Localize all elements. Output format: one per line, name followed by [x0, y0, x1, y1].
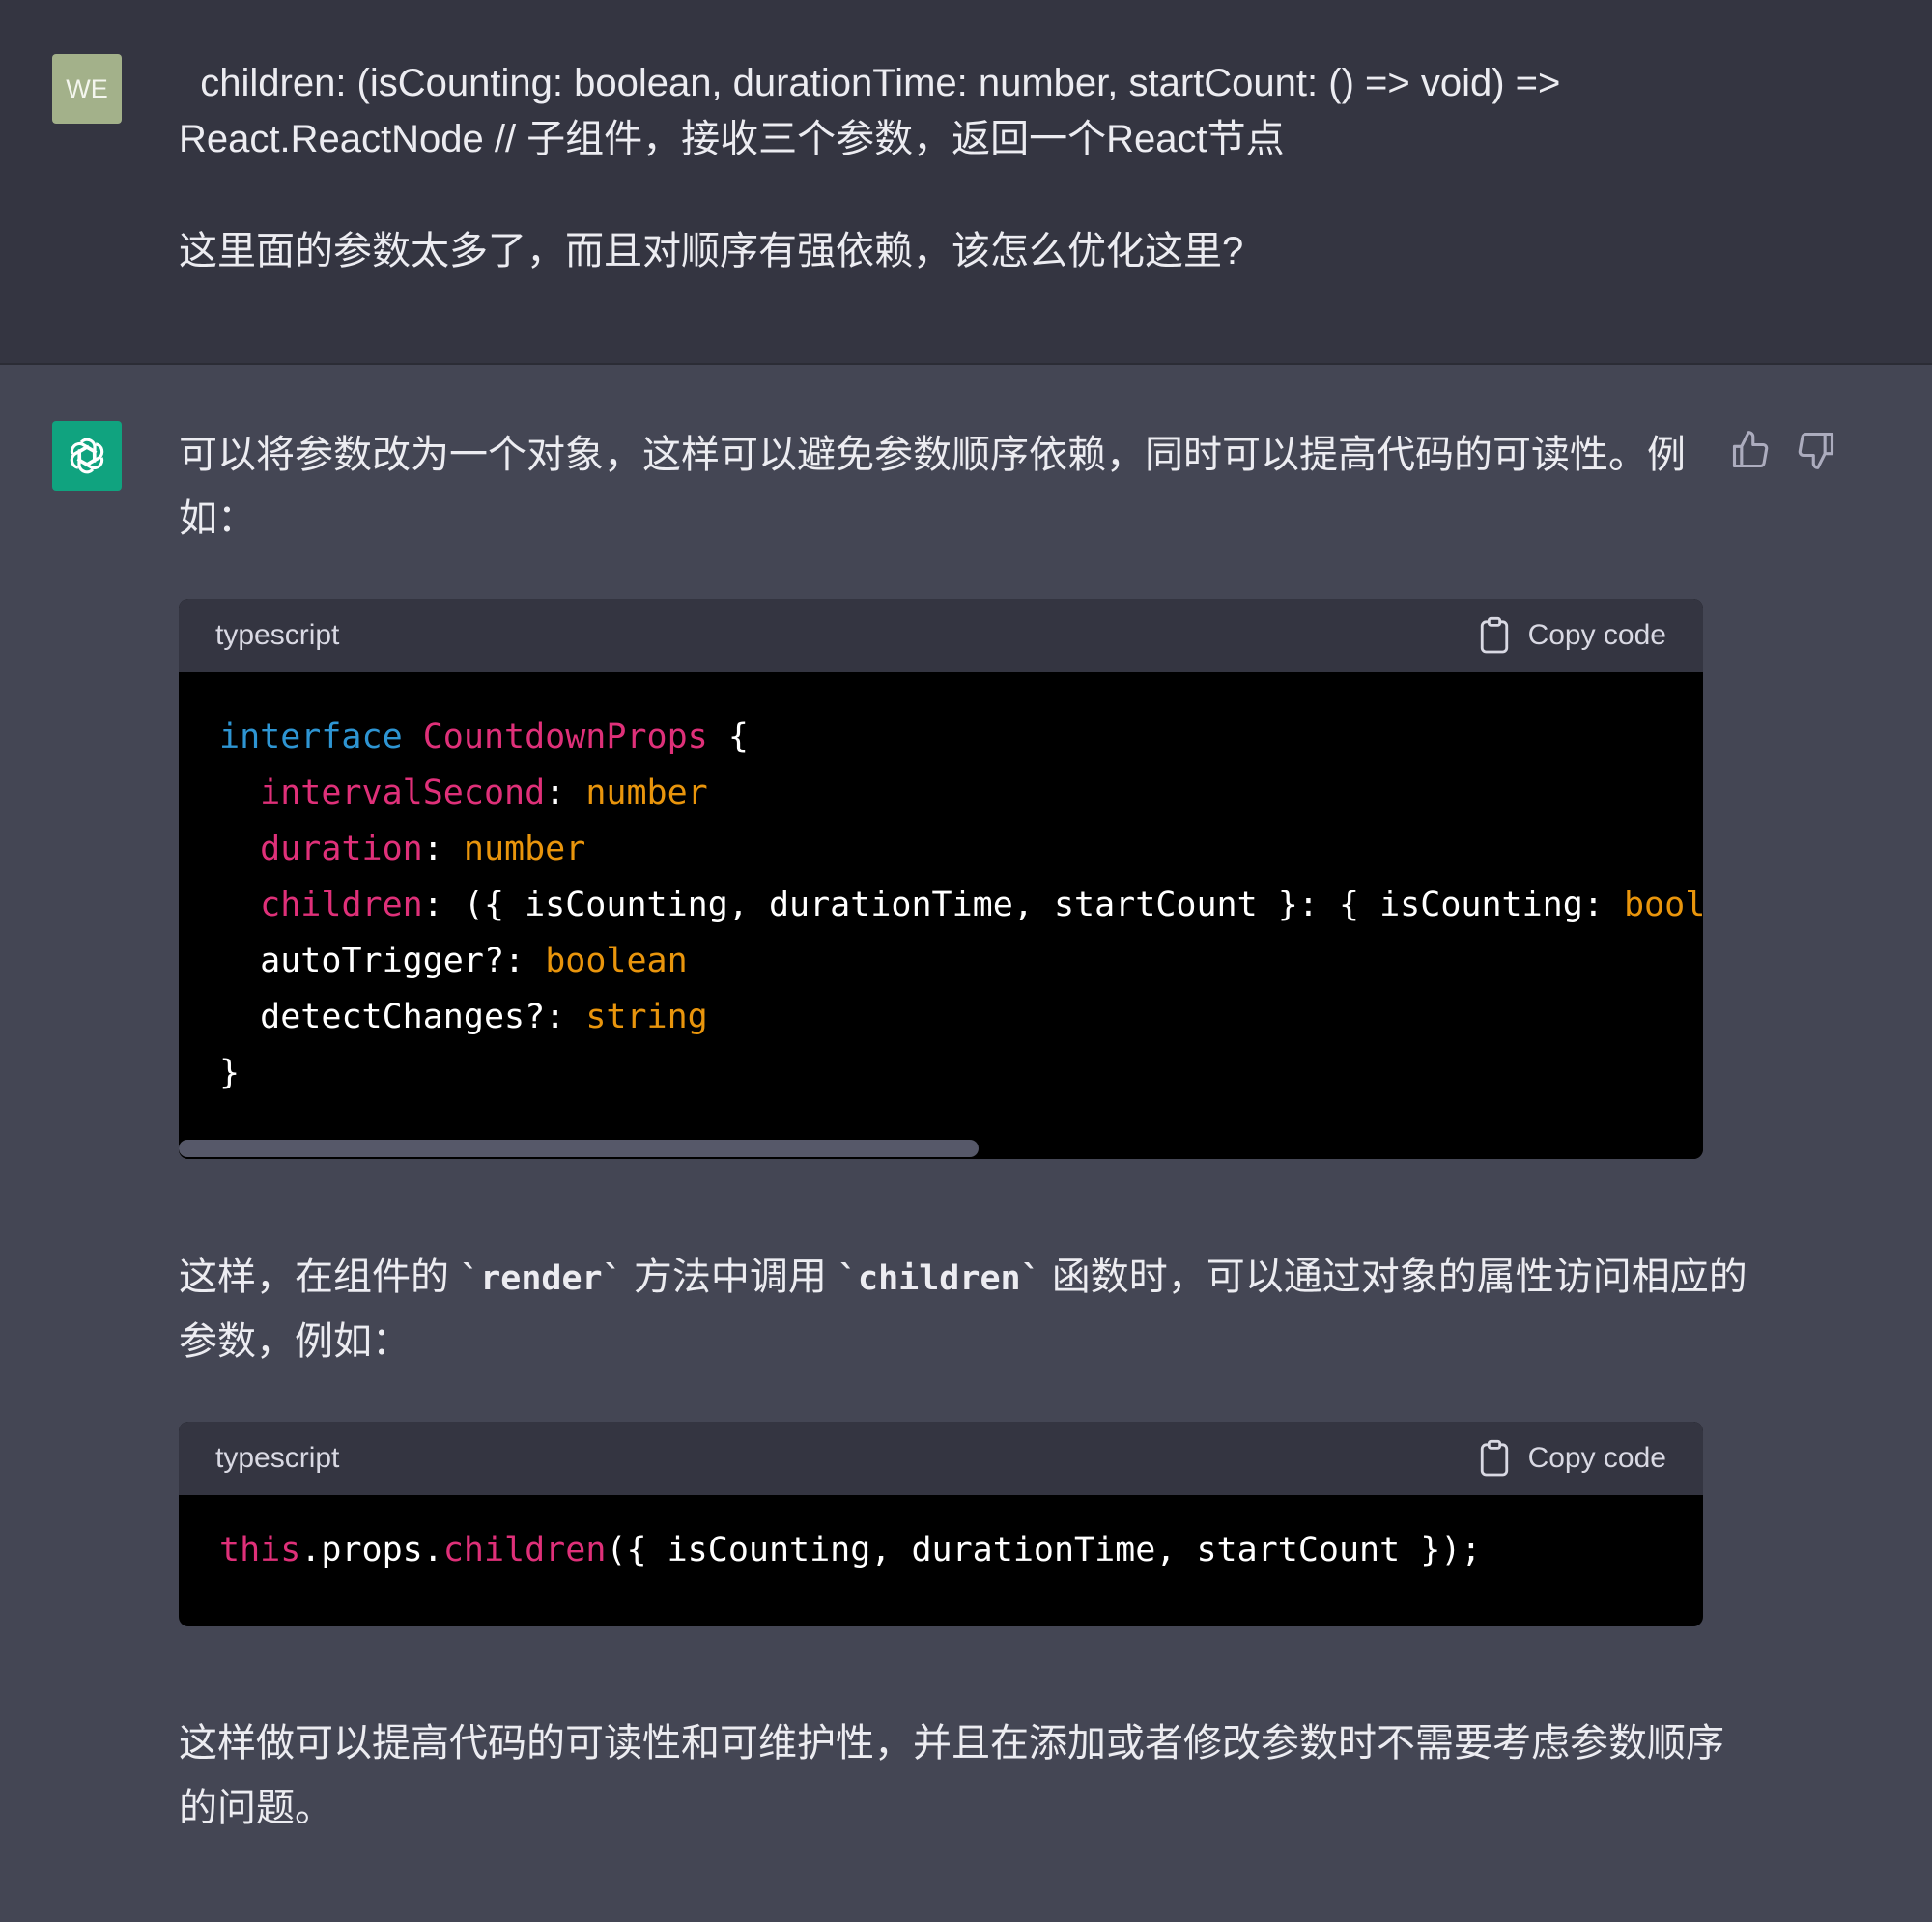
middle-prefix: 这样，在组件的 [179, 1256, 461, 1298]
user-text-line-2: React.ReactNode // 子组件，接收三个参数，返回一个React节… [179, 118, 1285, 160]
close-brace: } [219, 1054, 241, 1092]
middle-suffix: 函数时，可以通过对象的属性访问相应的 [1040, 1256, 1747, 1298]
assistant-outro-line-1: 这样做可以提高代码的可读性和可维护性，并且在添加或者修改参数时不需要考虑参数顺序 [179, 1722, 1724, 1765]
prop-type: boolean [545, 942, 688, 980]
user-text-line-3: 这里面的参数太多了，而且对顺序有强依赖，该怎么优化这里? [179, 230, 1244, 272]
prop-name: intervalSecond [260, 774, 546, 812]
code-language-label: typescript [215, 1442, 340, 1474]
copy-code-button[interactable]: Copy code [1478, 616, 1666, 655]
interface-name: CountdownProps [422, 718, 708, 756]
prop-name: duration [260, 830, 423, 868]
horizontal-scrollbar[interactable] [179, 1140, 1703, 1159]
prop-sep: : [545, 774, 586, 812]
user-avatar: WE [52, 54, 122, 124]
code-content: this.props.children({ isCounting, durati… [179, 1495, 1703, 1597]
clipboard-icon [1480, 616, 1508, 654]
code-block-header: typescript Copy code [179, 1422, 1703, 1495]
prop-type: boolean [1623, 886, 1703, 924]
prop-name: children [260, 886, 423, 924]
props-access: .props. [300, 1531, 443, 1569]
prop-sep: : [504, 942, 546, 980]
middle-middle: 方法中调用 [622, 1256, 838, 1298]
assistant-middle-line-1: 这样，在组件的 `render` 方法中调用 `children` 函数时，可以… [179, 1249, 1747, 1307]
copy-code-label: Copy code [1527, 1442, 1666, 1474]
openai-logo-icon [70, 438, 104, 474]
thumbs-up-button[interactable] [1729, 429, 1772, 471]
thumbs-up-icon [1732, 431, 1769, 468]
clipboard-icon [1480, 1439, 1508, 1477]
code-block-1: typescript Copy code interface Countdown… [179, 599, 1703, 1159]
openai-logo-icon [52, 421, 122, 491]
copy-code-label: Copy code [1527, 619, 1666, 651]
prop-type: number [463, 830, 586, 868]
code-block-2: typescript Copy code this.props.children… [179, 1422, 1703, 1626]
assistant-intro-line-2: 如： [179, 497, 256, 540]
keyword-interface: interface [219, 718, 403, 756]
call-args: ({ isCounting, durationTime, startCount … [606, 1531, 1482, 1569]
prop-name: detectChanges? [260, 998, 546, 1036]
prop-type: string [585, 998, 708, 1036]
inline-code-render: `render` [460, 1259, 623, 1298]
code-language-label: typescript [215, 619, 340, 651]
assistant-outro-line-2: 的问题。 [179, 1787, 333, 1829]
prop-sep: : ({ isCounting, durationTime, startCoun… [422, 886, 1624, 924]
user-message: WE children: (isCounting: boolean, durat… [0, 0, 1932, 365]
prop-type: number [585, 774, 708, 812]
prop-sep: : [422, 830, 464, 868]
scrollbar-thumb[interactable] [179, 1140, 979, 1157]
open-brace: { [707, 718, 749, 756]
assistant-intro-line-1: 可以将参数改为一个对象，这样可以避免参数顺序依赖，同时可以提高代码的可读性。例 [179, 434, 1686, 476]
children-call: children [442, 1531, 607, 1569]
copy-code-button[interactable]: Copy code [1478, 1439, 1666, 1478]
thumbs-down-button[interactable] [1795, 429, 1837, 471]
code-block-header: typescript Copy code [179, 599, 1703, 672]
inline-code-children: `children` [837, 1259, 1041, 1298]
user-text-line-1: children: (isCounting: boolean, duration… [179, 62, 1561, 104]
keyword-this: this [219, 1531, 301, 1569]
prop-sep: : [545, 998, 586, 1036]
prop-name: autoTrigger? [260, 942, 505, 980]
thumbs-down-icon [1798, 432, 1834, 469]
assistant-middle-line-2: 参数，例如： [179, 1320, 411, 1363]
code-content: interface CountdownProps { intervalSecon… [179, 672, 1703, 1140]
